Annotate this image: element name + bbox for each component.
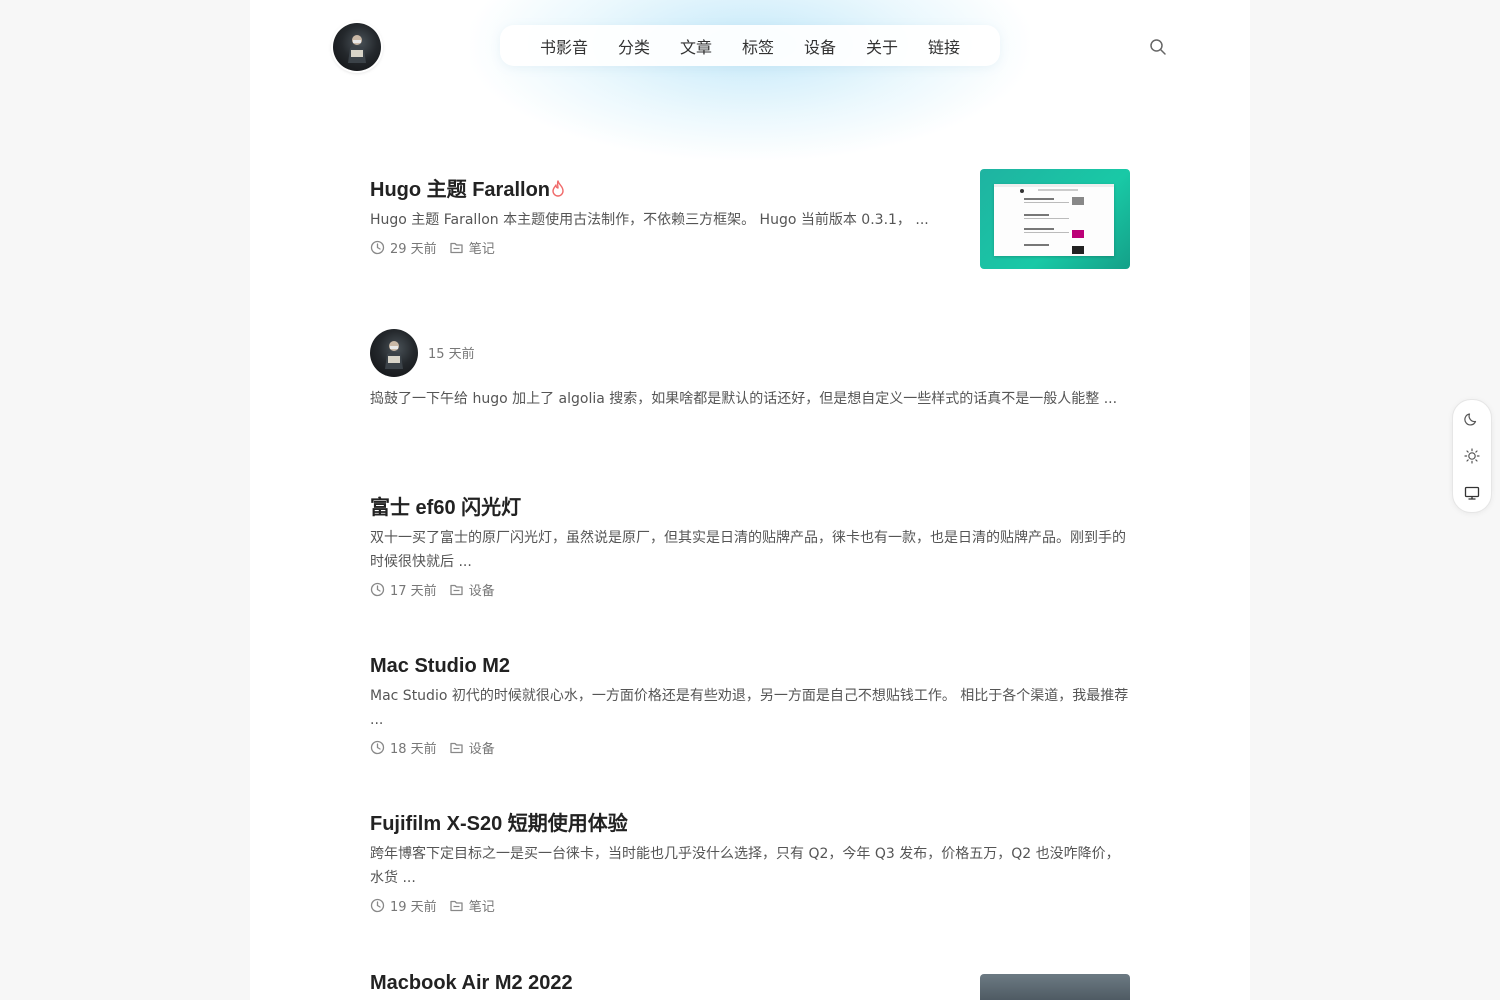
folder-icon	[450, 900, 463, 912]
theme-switcher	[1452, 399, 1492, 513]
post-title[interactable]: Mac Studio M2	[370, 652, 1130, 680]
post-category-text[interactable]: 笔记	[469, 238, 495, 257]
post-time: 18 天前	[370, 738, 437, 757]
post-item: Mac Studio M2 Mac Studio 初代的时候就很心水，一方面价格…	[370, 652, 1130, 757]
thumbnail-screenshot	[994, 184, 1114, 256]
folder-icon	[450, 584, 463, 596]
post-time-text: 18 天前	[390, 742, 437, 757]
post-category[interactable]: 设备	[449, 738, 495, 757]
post-meta: 17 天前 设备	[370, 580, 1130, 599]
post-excerpt: 双十一买了富士的原厂闪光灯，虽然说是原厂，但其实是日清的贴牌产品，徕卡也有一款，…	[370, 530, 1126, 570]
clock-icon	[370, 740, 385, 755]
sun-icon[interactable]	[1464, 448, 1480, 464]
monitor-icon[interactable]	[1464, 485, 1480, 501]
post-meta: 18 天前 设备	[370, 738, 1130, 757]
post-category[interactable]: 笔记	[449, 238, 495, 257]
nav-item-links[interactable]: 链接	[928, 34, 960, 58]
post-title[interactable]: Fujifilm X-S20 短期使用体验	[370, 810, 1130, 838]
nav-item-devices[interactable]: 设备	[804, 34, 836, 58]
memo-text: 捣鼓了一下午给 hugo 加上了 algolia 搜索，如果啥都是默认的话还好，…	[370, 391, 1118, 407]
clock-icon	[370, 582, 385, 597]
moon-icon[interactable]	[1464, 411, 1480, 427]
memo-time: 15 天前	[428, 347, 475, 362]
nav-item-categories[interactable]: 分类	[618, 34, 650, 58]
post-category[interactable]: 笔记	[449, 896, 495, 915]
post-category-text[interactable]: 设备	[469, 738, 495, 757]
post-item: Fujifilm X-S20 短期使用体验 跨年博客下定目标之一是买一台徕卡，当…	[370, 810, 1130, 915]
post-time-text: 17 天前	[390, 584, 437, 599]
post-time-text: 19 天前	[390, 900, 437, 915]
folder-icon	[450, 742, 463, 754]
clock-icon	[370, 898, 385, 913]
post-excerpt: 跨年博客下定目标之一是买一台徕卡，当时能也几乎没什么选择，只有 Q2，今年 Q3…	[370, 846, 1120, 886]
search-icon[interactable]	[1149, 38, 1167, 56]
fire-icon	[552, 180, 564, 197]
main-nav: 书影音 分类 文章 标签 设备 关于 链接	[500, 25, 1000, 66]
page: 书影音 分类 文章 标签 设备 关于 链接 Hugo 主题 Farallon H…	[250, 0, 1250, 1000]
post-category-text[interactable]: 设备	[469, 580, 495, 599]
clock-icon	[370, 240, 385, 255]
post-time: 29 天前	[370, 238, 437, 257]
avatar-figure	[385, 341, 403, 369]
post-category[interactable]: 设备	[449, 580, 495, 599]
post-thumbnail[interactable]	[980, 169, 1130, 269]
avatar-figure	[348, 35, 366, 63]
folder-icon	[450, 242, 463, 254]
memo-avatar[interactable]	[370, 329, 418, 377]
thumbnail-preview	[994, 184, 1114, 254]
nav-item-tags[interactable]: 标签	[742, 34, 774, 58]
post-time: 17 天前	[370, 580, 437, 599]
post-excerpt: Mac Studio 初代的时候就很心水，一方面价格还是有些劝退，另一方面是自己…	[370, 688, 1129, 728]
post-excerpt: Hugo 主题 Farallon 本主题使用古法制作，不依赖三方框架。 Hugo…	[370, 212, 929, 228]
post-item: 富士 ef60 闪光灯 双十一买了富士的原厂闪光灯，虽然说是原厂，但其实是日清的…	[370, 494, 1130, 599]
site-avatar[interactable]	[333, 23, 381, 71]
post-meta: 19 天前 笔记	[370, 896, 1130, 915]
nav-item-articles[interactable]: 文章	[680, 34, 712, 58]
post-title[interactable]: 富士 ef60 闪光灯	[370, 494, 1130, 522]
post-thumbnail[interactable]	[980, 974, 1130, 1000]
post-time-text: 29 天前	[390, 242, 437, 257]
post-time: 19 天前	[370, 896, 437, 915]
post-category-text[interactable]: 笔记	[469, 896, 495, 915]
header-glow	[470, 0, 1030, 160]
nav-item-media[interactable]: 书影音	[540, 34, 588, 58]
nav-item-about[interactable]: 关于	[866, 34, 898, 58]
post-title-text[interactable]: Hugo 主题 Farallon	[370, 179, 550, 201]
